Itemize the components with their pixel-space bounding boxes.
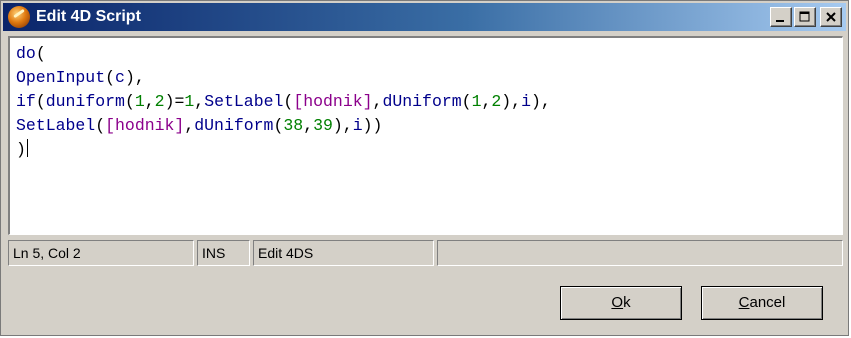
status-position: Ln 5, Col 2 (8, 240, 194, 266)
code-token: OpenInput (16, 68, 106, 87)
code-token: ( (273, 116, 284, 135)
minimize-icon (776, 20, 784, 22)
code-token: ), (501, 92, 522, 111)
code-token: 1 (184, 92, 195, 111)
code-token: ( (283, 92, 294, 111)
script-editor[interactable]: do(OpenInput(c), if(duniform(1,2)=1,SetLa… (8, 36, 843, 235)
app-icon (8, 6, 30, 28)
code-token: , (372, 92, 383, 111)
cancel-mnemonic: C (738, 294, 750, 311)
code-token: 39 (313, 116, 333, 135)
code-token: ( (105, 68, 116, 87)
code-token: ( (124, 92, 135, 111)
code-line: ) (16, 138, 551, 162)
code-token: ( (461, 92, 472, 111)
window-controls (770, 7, 842, 27)
code-token: if (16, 92, 36, 111)
code-token: [hodnik] (293, 92, 373, 111)
edit-script-dialog: Edit 4D Script do(OpenInput(c), if(dunifo… (0, 0, 849, 336)
code-token: c (115, 68, 125, 87)
cancel-label-rest: ancel (749, 294, 786, 311)
title-bar[interactable]: Edit 4D Script (3, 3, 846, 31)
status-extra (437, 240, 843, 266)
code-token: 2 (154, 92, 165, 111)
code-line: OpenInput(c), (16, 66, 551, 90)
code-token: 1 (471, 92, 482, 111)
code-token: SetLabel (204, 92, 284, 111)
code-token: ) (16, 140, 26, 159)
code-token: 38 (283, 116, 304, 135)
ok-button[interactable]: Ok (560, 286, 682, 320)
text-caret (26, 139, 28, 157)
code-token: dUniform (194, 116, 274, 135)
code-token: [hodnik] (105, 116, 185, 135)
code-token: i (521, 92, 531, 111)
status-mode: INS (197, 240, 250, 266)
code-line: SetLabel([hodnik],dUniform(38,39),i)) (16, 114, 551, 138)
code-token: do (16, 44, 36, 63)
close-button[interactable] (820, 7, 842, 27)
ok-mnemonic: O (611, 294, 624, 311)
code-token: , (144, 92, 155, 111)
maximize-icon (799, 11, 810, 22)
script-code[interactable]: do(OpenInput(c), if(duniform(1,2)=1,SetLa… (16, 42, 551, 162)
code-token: ), (124, 68, 145, 87)
cancel-button[interactable]: Cancel (701, 286, 823, 320)
code-token: 1 (134, 92, 145, 111)
code-token: dUniform (382, 92, 462, 111)
code-line: if(duniform(1,2)=1,SetLabel([hodnik],dUn… (16, 90, 551, 114)
maximize-button[interactable] (794, 7, 816, 27)
code-token: duniform (45, 92, 125, 111)
code-token: ), (531, 92, 551, 111)
code-token: , (303, 116, 314, 135)
close-icon (826, 12, 836, 22)
code-token: , (481, 92, 492, 111)
code-token: )) (362, 116, 383, 135)
code-token: ( (35, 92, 46, 111)
code-token: ( (95, 116, 106, 135)
status-bar: Ln 5, Col 2 INS Edit 4DS (8, 240, 843, 266)
code-token: SetLabel (16, 116, 96, 135)
code-token: , (184, 116, 195, 135)
code-token: , (194, 92, 205, 111)
code-line: do( (16, 42, 551, 66)
ok-label-rest: k (623, 294, 631, 311)
code-token: ( (35, 44, 46, 63)
window-title: Edit 4D Script (36, 8, 141, 25)
code-token: i (352, 116, 363, 135)
code-token: ), (332, 116, 353, 135)
code-token: )= (164, 92, 185, 111)
status-info: Edit 4DS (253, 240, 434, 266)
code-token: 2 (491, 92, 502, 111)
minimize-button[interactable] (770, 7, 792, 27)
